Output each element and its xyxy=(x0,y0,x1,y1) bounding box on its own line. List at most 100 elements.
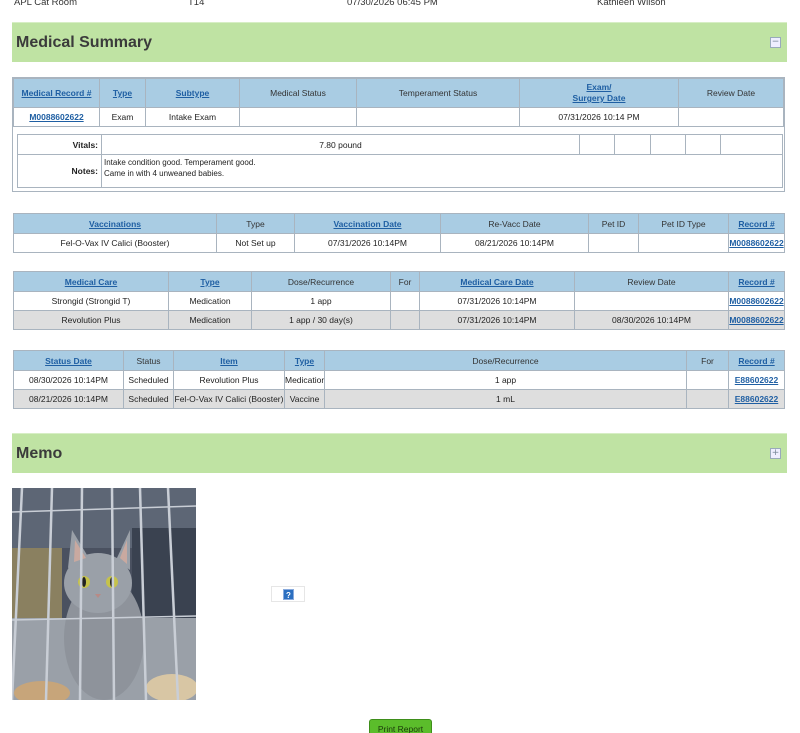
medical-record-table: Medical Record # Type Subtype Medical St… xyxy=(13,78,784,127)
table-row: Strongid (Strongid T) Medication 1 app 0… xyxy=(13,291,785,311)
datetime-text: 07/30/2026 06:45 PM xyxy=(347,0,438,8)
header-review-date: Review Date xyxy=(678,78,784,108)
header-status-date[interactable]: Status Date xyxy=(13,350,124,371)
header-subtype[interactable]: Subtype xyxy=(145,78,240,108)
cell-pet-id-type xyxy=(638,233,729,253)
cell-type: Vaccine xyxy=(284,389,325,409)
cell-type: Exam xyxy=(99,107,146,127)
cell-for xyxy=(390,291,420,311)
cell-item: Fel-O-Vax IV Calici (Booster) xyxy=(173,389,285,409)
header-item[interactable]: Item xyxy=(173,350,285,371)
expand-icon[interactable]: + xyxy=(770,448,781,459)
table-row: 08/21/2026 10:14PM Scheduled Fel-O-Vax I… xyxy=(13,389,785,409)
header-medical-care-date[interactable]: Medical Care Date xyxy=(419,271,575,292)
animal-info-row: APL Cat Room T14 07/30/2026 06:45 PM Kat… xyxy=(0,0,800,11)
cell-pet-id xyxy=(588,233,639,253)
medical-care-table: Medical Care Type Dose/Recurrence For Me… xyxy=(13,271,785,330)
cell-dose: 1 mL xyxy=(324,389,687,409)
memo-title: Memo xyxy=(16,445,63,462)
header-temperament-status: Temperament Status xyxy=(356,78,520,108)
print-report-button[interactable]: Print Report xyxy=(369,719,432,733)
cell-vaccination-date: 07/31/2026 10:14PM xyxy=(294,233,441,253)
header-review-date: Review Date xyxy=(574,271,729,292)
header-type[interactable]: Type xyxy=(284,350,325,371)
cell-for xyxy=(686,370,729,390)
cell-exam-date: 07/31/2026 10:14 PM xyxy=(519,107,679,127)
cell-type: Medication xyxy=(168,291,252,311)
header-dose-recurrence: Dose/Recurrence xyxy=(324,350,687,371)
cat-in-kennel-image xyxy=(12,488,196,700)
record-link[interactable]: M0088602622 xyxy=(730,315,784,325)
record-link[interactable]: M0088602622 xyxy=(730,238,784,248)
collapse-icon[interactable]: − xyxy=(770,37,781,48)
cell-type: Not Set up xyxy=(216,233,295,253)
header-for: For xyxy=(686,350,729,371)
cell-item: Revolution Plus xyxy=(173,370,285,390)
help-button[interactable]: ? xyxy=(271,586,305,602)
vitals-label: Vitals: xyxy=(17,134,102,155)
record-link[interactable]: E88602622 xyxy=(735,394,779,404)
header-medical-care[interactable]: Medical Care xyxy=(13,271,169,292)
cell-status-date: 08/30/2026 10:14PM xyxy=(13,370,124,390)
vaccinations-table: Vaccinations Type Vaccination Date Re-Va… xyxy=(13,213,785,253)
header-type[interactable]: Type xyxy=(99,78,146,108)
record-link[interactable]: E88602622 xyxy=(735,375,779,385)
header-revacc-date: Re-Vacc Date xyxy=(440,213,589,234)
cell-temperament-status xyxy=(356,107,520,127)
cell-dose: 1 app xyxy=(251,291,391,311)
cell-review-date: 08/30/2026 10:14PM xyxy=(574,310,729,330)
header-pet-id-type: Pet ID Type xyxy=(638,213,729,234)
cell-review-date xyxy=(574,291,729,311)
cell-for xyxy=(390,310,420,330)
cell-dose: 1 app / 30 day(s) xyxy=(251,310,391,330)
header-status: Status xyxy=(123,350,174,371)
table-row: M0088602622 Exam Intake Exam 07/31/2026 … xyxy=(13,107,784,127)
medical-record-link[interactable]: M0088602622 xyxy=(29,112,83,122)
header-for: For xyxy=(390,271,420,292)
cell-status: Scheduled xyxy=(123,389,174,409)
header-exam-surgery-date[interactable]: Exam/ Surgery Date xyxy=(519,78,679,108)
pet-photo[interactable] xyxy=(12,488,196,700)
record-link[interactable]: M0088602622 xyxy=(730,296,784,306)
header-type: Type xyxy=(216,213,295,234)
help-icon: ? xyxy=(283,589,294,600)
header-medical-status: Medical Status xyxy=(239,78,357,108)
cell-type: Medication xyxy=(168,310,252,330)
cell-revacc-date: 08/21/2026 10:14PM xyxy=(440,233,589,253)
cell-care-date: 07/31/2026 10:14PM xyxy=(419,310,575,330)
vitals-value: 7.80 pound xyxy=(101,134,580,155)
header-type[interactable]: Type xyxy=(168,271,252,292)
cell-status-date: 08/21/2026 10:14PM xyxy=(13,389,124,409)
cell-subtype: Intake Exam xyxy=(145,107,240,127)
cell-care-date: 07/31/2026 10:14PM xyxy=(419,291,575,311)
cell-vaccine-name: Fel-O-Vax IV Calici (Booster) xyxy=(13,233,217,253)
person-text: Kathleen Wilson xyxy=(597,0,666,8)
vitals-notes-panel: Vitals: 7.80 pound Notes: Intake conditi… xyxy=(17,134,783,188)
status-table: Status Date Status Item Type Dose/Recurr… xyxy=(13,350,785,409)
medical-summary-title: Medical Summary xyxy=(16,34,153,51)
notes-label: Notes: xyxy=(17,154,102,188)
cell-review-date xyxy=(678,107,784,127)
cell-medical-status xyxy=(239,107,357,127)
kennel-text: T14 xyxy=(188,0,205,8)
header-medical-record[interactable]: Medical Record # xyxy=(13,78,100,108)
cell-care-name: Strongid (Strongid T) xyxy=(13,291,169,311)
cell-for xyxy=(686,389,729,409)
notes-line-1: Intake condition good. Temperament good. xyxy=(104,158,256,167)
memo-bar: Memo + xyxy=(12,433,787,473)
location-text: APL Cat Room xyxy=(14,0,78,8)
table-row: Revolution Plus Medication 1 app / 30 da… xyxy=(13,310,785,330)
header-exam-line1: Exam/ xyxy=(586,82,612,92)
notes-value: Intake condition good. Temperament good.… xyxy=(101,154,783,188)
cell-status: Scheduled xyxy=(123,370,174,390)
header-vaccination-date[interactable]: Vaccination Date xyxy=(294,213,441,234)
medical-summary-bar: Medical Summary − xyxy=(12,22,787,62)
vitals-table: Vitals: 7.80 pound Notes: Intake conditi… xyxy=(17,134,783,188)
header-record[interactable]: Record # xyxy=(728,271,785,292)
table-row: 08/30/2026 10:14PM Scheduled Revolution … xyxy=(13,370,785,390)
table-row: Fel-O-Vax IV Calici (Booster) Not Set up… xyxy=(13,233,785,253)
header-vaccinations[interactable]: Vaccinations xyxy=(13,213,217,234)
header-record[interactable]: Record # xyxy=(728,213,785,234)
header-exam-line2: Surgery Date xyxy=(572,93,626,103)
header-record[interactable]: Record # xyxy=(728,350,785,371)
